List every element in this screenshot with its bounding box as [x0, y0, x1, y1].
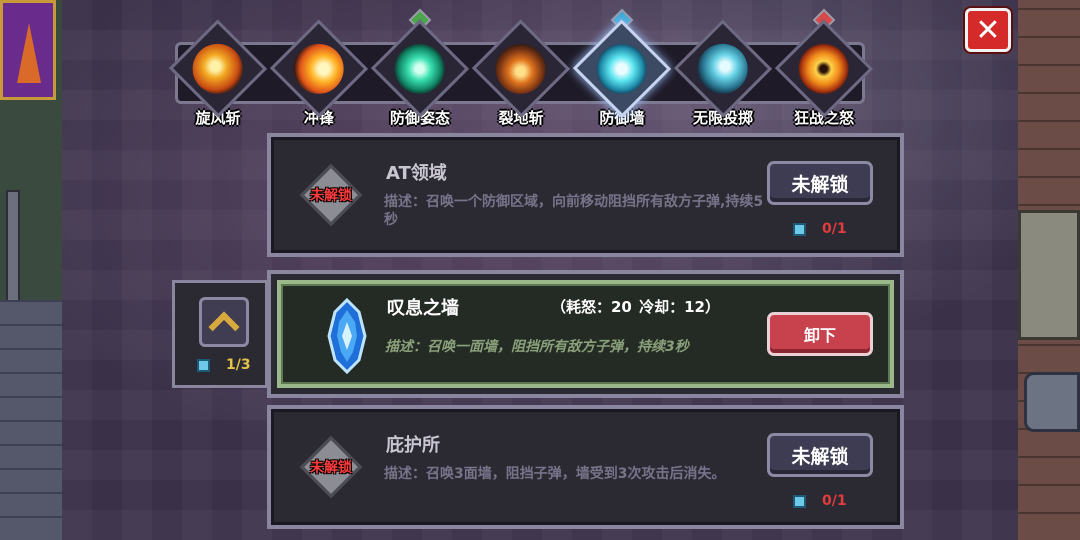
locked-skill-icon: 未解锁 [299, 163, 363, 227]
fragment-icon [793, 494, 806, 508]
locked-skill-icon: 未解锁 [299, 435, 363, 499]
skill-title: AT领域 [386, 163, 447, 184]
unlock-button[interactable]: 未解锁 [767, 161, 873, 205]
berserker-rage-icon [799, 43, 849, 94]
defense-wall-icon [597, 43, 647, 94]
skill-tab-charge[interactable]: 冲锋 [269, 19, 369, 128]
purple-banner [0, 0, 56, 100]
fragment-icon [197, 358, 210, 372]
skill-frame [673, 19, 773, 118]
close-button[interactable]: ✕ [965, 8, 1011, 52]
ground-split-icon [496, 43, 546, 94]
skill-frame [168, 19, 268, 118]
skill-card-at-field: 未解锁 AT领域 描述：召唤一个防御区域，向前移动阻挡所有敌方子弹,持续5秒 未… [267, 133, 904, 257]
charge-icon [294, 43, 344, 94]
skill-tab-infinite-throw[interactable]: 无限投掷 [673, 19, 773, 128]
close-icon: ✕ [975, 12, 1001, 48]
infinite-throw-icon [698, 43, 748, 94]
fragment-count: 0/1 [793, 221, 847, 237]
skill-frame [471, 19, 571, 118]
skill-description: 描述：召唤一面墙，阻挡所有敌方子弹，持续3秒 [385, 339, 689, 355]
skill-title: 叹息之墙 [387, 298, 459, 319]
fragment-count: 0/1 [793, 493, 847, 509]
skill-card-shelter: 未解锁 庇护所 描述：召唤3面墙，阻挡子弹，墙受到3次攻击后消失。 未解锁 0/… [267, 405, 904, 529]
wall-of-sigh-icon [327, 298, 367, 374]
skill-description: 描述：召唤一个防御区域，向前移动阻挡所有敌方子弹,持续5秒 [384, 194, 764, 228]
unlock-button[interactable]: 未解锁 [767, 433, 873, 477]
lamp-decoration [1024, 372, 1080, 432]
skill-description: 描述：召唤3面墙，阻挡子弹，墙受到3次攻击后消失。 [384, 466, 726, 482]
skill-stats: （耗怒：20 冷却：12） [551, 298, 720, 316]
whirlwind-slash-icon [193, 43, 243, 94]
skill-tab-whirlwind[interactable]: 旋风斩 [168, 19, 268, 128]
upgrade-button[interactable] [199, 297, 249, 347]
fragment-icon [793, 222, 806, 236]
upgrade-panel: 1/3 [172, 280, 268, 388]
locked-label: 未解锁 [310, 188, 352, 204]
skill-tab-berserker-rage[interactable]: 狂战之怒 [774, 8, 874, 128]
upgrade-count-value: 1/3 [226, 357, 251, 373]
chevron-up-icon [208, 311, 240, 343]
background-right-scene [1018, 0, 1080, 540]
machine-decoration [1018, 210, 1080, 340]
skill-tab-defense-wall[interactable]: 防御墙 [572, 8, 672, 128]
unequip-button[interactable]: 卸下 [767, 312, 873, 356]
fragment-count-value: 0/1 [822, 221, 847, 237]
locked-label: 未解锁 [310, 460, 352, 476]
upgrade-count: 1/3 [197, 357, 251, 373]
defense-stance-icon [395, 43, 445, 94]
skill-tab-ground-split[interactable]: 裂地斩 [471, 19, 571, 128]
skill-frame [572, 19, 672, 118]
background-left-scene [0, 0, 62, 540]
fragment-count-value: 0/1 [822, 493, 847, 509]
skill-tab-defense-stance[interactable]: 防御姿态 [370, 8, 470, 128]
brick-wall [0, 300, 62, 540]
skill-title: 庇护所 [386, 435, 440, 456]
skill-frame [370, 19, 470, 118]
skill-card-wall-of-sigh: 叹息之墙 （耗怒：20 冷却：12） 描述：召唤一面墙，阻挡所有敌方子弹，持续3… [277, 280, 894, 388]
skill-frame [269, 19, 369, 118]
skill-frame [774, 19, 874, 118]
